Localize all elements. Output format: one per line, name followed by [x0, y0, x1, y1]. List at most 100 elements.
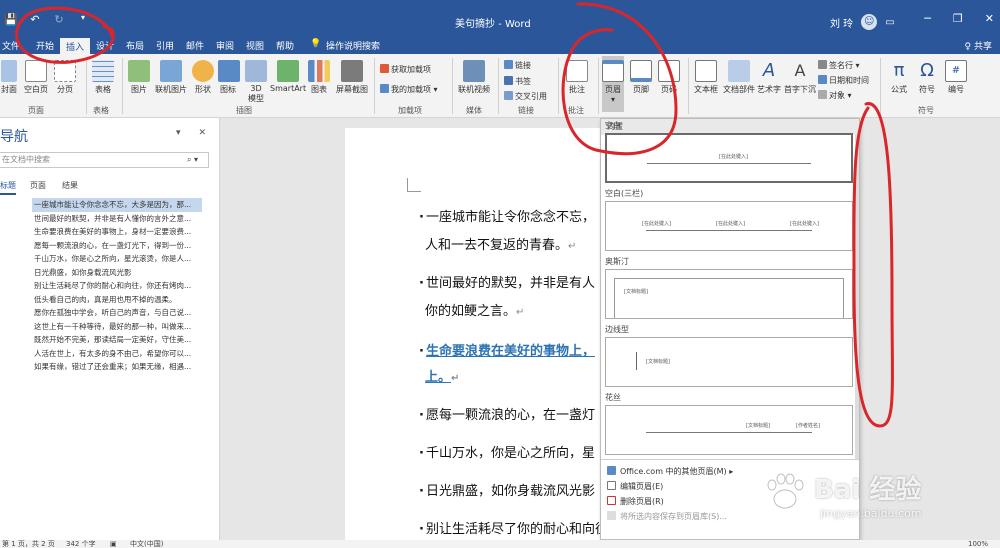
search-icon[interactable]: ⌕ ▾ [187, 153, 198, 167]
word-count[interactable]: 342 个字 [66, 540, 96, 548]
online-video-button[interactable]: 联机视频 [456, 60, 492, 95]
signature-line-button[interactable]: 签名行 ▾ [818, 60, 860, 71]
date-time-button[interactable]: 日期和时间 [818, 75, 869, 86]
restore-icon[interactable]: ❐ [953, 12, 963, 25]
symbol-button[interactable]: Ω 符号 [914, 60, 940, 95]
heading-item[interactable]: 生命要浪费在美好的事物上，身材一定要浪费... [32, 225, 202, 239]
proofing-icon[interactable]: ▣ [110, 540, 117, 548]
undo-icon[interactable]: ↶ [28, 13, 42, 26]
header-preview[interactable]: [文档标题] [605, 337, 853, 387]
save-to-header-gallery-item[interactable]: 将所选内容保存到页眉库(S)... [607, 511, 727, 522]
equation-button[interactable]: π 公式 [886, 60, 912, 95]
get-addins-button[interactable]: 获取加载项 [380, 64, 431, 75]
user-account[interactable]: 刘 玲 ☺ ▭ [830, 14, 895, 30]
heading-item[interactable]: 日光鼎盛，如你身载流风光影 [32, 266, 202, 280]
3d-models-button[interactable]: 3D 模型 [244, 60, 268, 104]
chevron-down-icon[interactable]: ▾ [176, 128, 181, 138]
paragraph-heading[interactable]: · 生命要浪费在美好的事物上， [419, 340, 595, 359]
chart-button[interactable]: 图表 [308, 60, 330, 95]
smartart-button[interactable]: SmartArt [270, 60, 306, 93]
header-preview[interactable]: [在此处键入] [605, 133, 853, 183]
text-box-button[interactable]: 文本框 [692, 60, 720, 95]
icons-button[interactable]: 图标 [218, 60, 240, 95]
footer-button[interactable]: 页脚 [630, 60, 652, 95]
more-headers-office-com[interactable]: Office.com 中的其他页眉(M) ▸ [607, 466, 733, 477]
page-count[interactable]: 第 1 页，共 2 页 [2, 540, 55, 548]
paragraph[interactable]: 你的如鲠之言。↵ [425, 300, 524, 319]
paragraph[interactable]: · 千山万水，你是心之所向，星 [419, 442, 595, 461]
close-icon[interactable]: ✕ [985, 12, 994, 25]
tab-references[interactable]: 引用 [156, 39, 174, 52]
tab-headings[interactable]: 标题 [0, 180, 16, 195]
customize-qat-icon[interactable]: ▾ [76, 13, 90, 26]
edit-header-item[interactable]: 编辑页眉(E) [607, 481, 663, 492]
header-style-austin[interactable]: 奥斯汀 [文档标题] [601, 255, 857, 319]
heading-item[interactable]: 这世上有一千种等待，最好的那一种，叫做来... [32, 320, 202, 334]
tab-review[interactable]: 审阅 [216, 39, 234, 52]
object-button[interactable]: 对象 ▾ [818, 90, 852, 101]
tab-pages[interactable]: 页面 [30, 180, 46, 191]
tab-mailings[interactable]: 邮件 [186, 39, 204, 52]
heading-item[interactable]: 人活在世上，有太多的身不由己，希望你可以... [32, 347, 202, 361]
blank-page-button[interactable]: 空白页 [22, 60, 50, 95]
header-style-blank[interactable]: 空白 [在此处键入] [601, 119, 857, 183]
nav-search-input[interactable]: 在文档中搜索 ⌕ ▾ [0, 152, 209, 168]
tab-file[interactable]: 文件 [2, 39, 20, 52]
cross-reference-button[interactable]: 交叉引用 [504, 91, 547, 102]
language[interactable]: 中文(中国) [130, 540, 163, 548]
page-break-button[interactable]: 分页 [52, 60, 78, 95]
heading-item[interactable]: 愿你在孤独中学会，听自己的声音，与自己说... [32, 306, 202, 320]
heading-item[interactable]: 低头看自己的肉，真是用也甩不掉的温柔。 [32, 293, 202, 307]
online-pictures-button[interactable]: 联机图片 [154, 60, 188, 95]
tab-results[interactable]: 结果 [62, 180, 78, 191]
tab-insert[interactable]: 插入 [60, 38, 91, 54]
paragraph[interactable]: 人和一去不复返的青春。↵ [425, 234, 576, 253]
heading-item[interactable]: 别让生活耗尽了你的耐心和向往，你还有烤肉... [32, 279, 202, 293]
screenshot-button[interactable]: 屏幕截图 [334, 60, 370, 95]
header-preview[interactable]: [文档标题] [605, 269, 853, 319]
header-style-sideline[interactable]: 边线型 [文档标题] [601, 323, 857, 387]
paragraph[interactable]: · 一座城市能让令你念念不忘， [419, 206, 595, 225]
drop-cap-button[interactable]: A 首字下沉 [784, 60, 816, 95]
avatar[interactable]: ☺ [861, 14, 878, 30]
my-addins-button[interactable]: 我的加载项 ▾ [380, 84, 438, 95]
bookmark-button[interactable]: 书签 [504, 76, 531, 87]
header-preview[interactable]: [在此处键入] [在此处键入] [在此处键入] [605, 201, 853, 251]
comment-button[interactable]: 批注 [564, 60, 590, 95]
heading-item[interactable]: 千山万水，你是心之所向，星光滚烫，你是人... [32, 252, 202, 266]
table-button[interactable]: 表格 [90, 60, 116, 95]
tab-layout[interactable]: 布局 [126, 39, 144, 52]
heading-item[interactable]: 如果有缘，错过了还会重来；如果无缘，相遇... [32, 360, 202, 374]
header-button[interactable]: 页眉 ▾ [602, 56, 624, 112]
heading-item[interactable]: 世间最好的默契，并非是有人懂你的言外之意... [32, 212, 202, 226]
paragraph-heading[interactable]: 上。↵ [425, 366, 459, 385]
save-icon[interactable]: 💾 [4, 13, 18, 26]
header-style-blank-three-column[interactable]: 空白(三栏) [在此处键入] [在此处键入] [在此处键入] [601, 187, 857, 251]
cover-page-button[interactable]: 封面 [0, 60, 18, 95]
header-style-filigree[interactable]: 花丝 [文档标题] [作者姓名] [601, 391, 857, 455]
tab-design[interactable]: 设计 [96, 39, 114, 52]
paragraph[interactable]: · 世间最好的默契，并非是有人 [419, 272, 595, 291]
close-icon[interactable]: ✕ [199, 128, 207, 138]
remove-header-item[interactable]: 删除页眉(R) [607, 496, 664, 507]
redo-icon[interactable]: ↻ [52, 13, 66, 26]
heading-item[interactable]: 一座城市能让令你念念不忘，大多是因为，那... [32, 198, 202, 212]
header-preview[interactable]: [文档标题] [作者姓名] [605, 405, 853, 455]
numbering-button[interactable]: # 编号 [944, 60, 968, 95]
shapes-button[interactable]: 形状 [192, 60, 214, 95]
paragraph[interactable]: · 日光鼎盛，如你身载流风光影 [419, 480, 595, 499]
minimize-icon[interactable]: ─ [924, 12, 931, 25]
tab-view[interactable]: 视图 [246, 39, 264, 52]
heading-item[interactable]: 既然开始不完美，那读结局一定美好，守住美... [32, 333, 202, 347]
tab-home[interactable]: 开始 [36, 39, 54, 52]
link-button[interactable]: 链接 [504, 60, 531, 71]
tab-help[interactable]: 帮助 [276, 39, 294, 52]
tell-me-search[interactable]: 操作说明搜索 [326, 39, 380, 52]
ribbon-display-options-icon[interactable]: ▭ [885, 17, 894, 28]
wordart-button[interactable]: A 艺术字 [756, 60, 782, 95]
paragraph[interactable]: · 愿每一颗流浪的心，在一盏灯 [419, 404, 595, 423]
quick-parts-button[interactable]: 文档部件 [722, 60, 756, 95]
heading-item[interactable]: 愿每一颗流浪的心，在一盏灯光下，得到一份... [32, 239, 202, 253]
page-number-button[interactable]: 页码 [658, 60, 680, 95]
share-button[interactable]: ♀ 共享 [965, 39, 992, 52]
